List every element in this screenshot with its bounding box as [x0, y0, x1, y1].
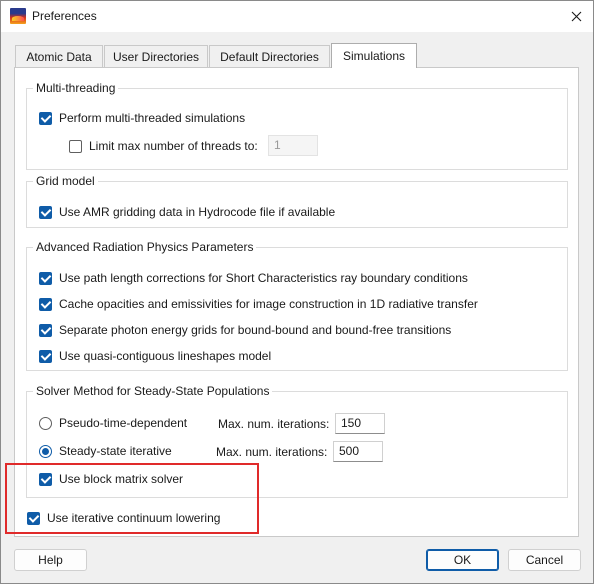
path-length-corrections-label: Use path length corrections for Short Ch… [59, 271, 468, 285]
checkbox-checked-icon [39, 323, 52, 337]
grid-model-group: Grid model Use AMR gridding data in Hydr… [26, 174, 568, 228]
amr-gridding-checkbox[interactable]: Use AMR gridding data in Hydrocode file … [39, 205, 335, 219]
close-button[interactable] [561, 3, 591, 29]
radio-unselected-icon [39, 416, 52, 430]
pseudo-iterations-field[interactable]: 150 [335, 413, 385, 434]
simulations-panel: Multi-threading Perform multi-threaded s… [14, 67, 579, 537]
perform-multithreaded-checkbox[interactable]: Perform multi-threaded simulations [39, 111, 245, 125]
steady-state-radio[interactable]: Steady-state iterative [39, 444, 172, 458]
max-threads-field[interactable]: 1 [268, 135, 318, 156]
tab-user-directories[interactable]: User Directories [104, 45, 208, 67]
solver-group: Solver Method for Steady-State Populatio… [26, 384, 568, 498]
title-bar: Preferences [1, 1, 593, 32]
cache-opacities-checkbox[interactable]: Cache opacities and emissivities for ima… [39, 297, 478, 311]
tab-simulations[interactable]: Simulations [331, 43, 417, 68]
block-matrix-checkbox[interactable]: Use block matrix solver [39, 472, 183, 486]
cancel-button[interactable]: Cancel [508, 549, 581, 571]
quasi-contiguous-label: Use quasi-contiguous lineshapes model [59, 349, 272, 363]
continuum-lowering-checkbox[interactable]: Use iterative continuum lowering [27, 511, 220, 525]
checkbox-checked-icon [27, 511, 40, 525]
continuum-lowering-label: Use iterative continuum lowering [47, 511, 221, 525]
close-icon [571, 11, 581, 21]
steady-iterations-label: Max. num. iterations: [216, 445, 328, 459]
window-title: Preferences [32, 9, 97, 23]
perform-multithreaded-label: Perform multi-threaded simulations [59, 111, 246, 125]
checkbox-checked-icon [39, 297, 52, 311]
limit-threads-checkbox[interactable]: Limit max number of threads to: [69, 139, 258, 153]
solver-title: Solver Method for Steady-State Populatio… [33, 384, 273, 398]
multithreading-title: Multi-threading [33, 81, 119, 95]
checkbox-checked-icon [39, 349, 52, 363]
radio-selected-icon [39, 444, 52, 458]
ok-button[interactable]: OK [426, 549, 499, 571]
checkbox-checked-icon [39, 472, 52, 486]
checkbox-checked-icon [39, 111, 52, 125]
grid-model-title: Grid model [33, 174, 98, 188]
checkbox-checked-icon [39, 271, 52, 285]
help-button[interactable]: Help [14, 549, 87, 571]
checkbox-unchecked-icon [69, 139, 82, 153]
separate-energy-grids-label: Separate photon energy grids for bound-b… [59, 323, 452, 337]
checkbox-checked-icon [39, 205, 52, 219]
radiation-group: Advanced Radiation Physics Parameters Us… [26, 240, 568, 371]
preferences-dialog: Preferences Atomic Data User Directories… [0, 0, 594, 584]
pseudo-time-label: Pseudo-time-dependent [59, 416, 188, 430]
pseudo-iterations-label: Max. num. iterations: [218, 417, 330, 431]
app-logo-icon [10, 8, 26, 24]
steady-state-label: Steady-state iterative [59, 444, 172, 458]
path-length-corrections-checkbox[interactable]: Use path length corrections for Short Ch… [39, 271, 468, 285]
amr-gridding-label: Use AMR gridding data in Hydrocode file … [59, 205, 336, 219]
steady-iterations-field[interactable]: 500 [333, 441, 383, 462]
pseudo-time-radio[interactable]: Pseudo-time-dependent [39, 416, 187, 430]
limit-threads-label: Limit max number of threads to: [89, 139, 258, 153]
multithreading-group: Multi-threading Perform multi-threaded s… [26, 81, 568, 170]
tab-atomic-data[interactable]: Atomic Data [15, 45, 103, 67]
cache-opacities-label: Cache opacities and emissivities for ima… [59, 297, 478, 311]
block-matrix-label: Use block matrix solver [59, 472, 184, 486]
tab-default-directories[interactable]: Default Directories [209, 45, 330, 67]
radiation-title: Advanced Radiation Physics Parameters [33, 240, 257, 254]
separate-energy-grids-checkbox[interactable]: Separate photon energy grids for bound-b… [39, 323, 451, 337]
quasi-contiguous-checkbox[interactable]: Use quasi-contiguous lineshapes model [39, 349, 271, 363]
